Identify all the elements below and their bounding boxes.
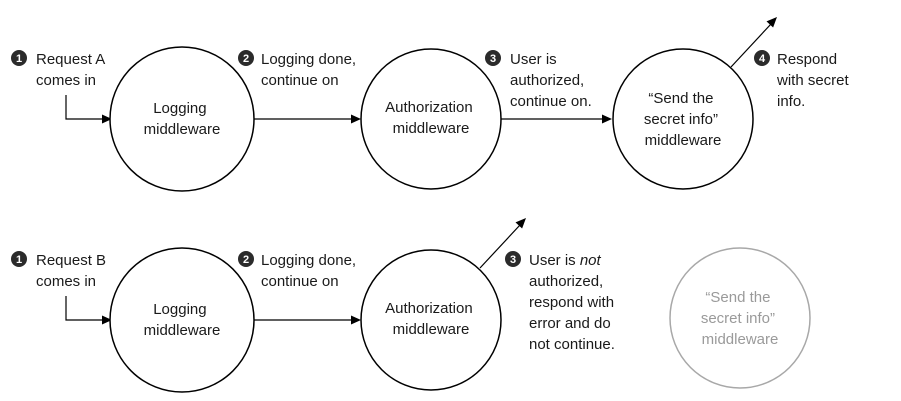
flow-a-logging-to-auth-arrowhead — [351, 114, 361, 124]
svg-text:3: 3 — [510, 254, 516, 266]
middleware-flow-diagram: 1 Request A comes in Logging middleware … — [11, 17, 853, 393]
flow-a-step2-badge: 2 — [238, 50, 254, 66]
flow-a-auth-to-secret-arrowhead — [602, 114, 612, 124]
flow-a: 1 Request A comes in Logging middleware … — [11, 17, 853, 192]
flow-a-authorization-node — [360, 48, 502, 190]
svg-text:1: 1 — [16, 254, 22, 266]
flow-a-step4-label: Respond with secret info. — [776, 51, 853, 110]
flow-b-step1-badge: 1 — [11, 251, 27, 267]
flow-a-secret-info-label: “Send the secret info” middleware — [644, 90, 722, 149]
flow-b-step3-label: User is not authorized, respond with err… — [529, 252, 618, 353]
flow-a-step2-label: Logging done, continue on — [261, 51, 360, 89]
flow-a-step4-badge: 4 — [754, 50, 770, 66]
flow-b-logging-node — [109, 247, 255, 393]
flow-b-authorization-node — [360, 249, 502, 391]
flow-b-logging-to-auth-arrowhead — [351, 315, 361, 325]
flow-b-step1-label: Request B comes in — [36, 252, 110, 290]
flow-b: 1 Request B comes in Logging middleware … — [11, 218, 811, 393]
flow-a-respond-arrowhead — [766, 17, 777, 28]
flow-a-step3-badge: 3 — [485, 50, 501, 66]
svg-text:4: 4 — [759, 53, 766, 65]
flow-b-step2-badge: 2 — [238, 251, 254, 267]
svg-text:1: 1 — [16, 53, 22, 65]
flow-a-logging-node — [109, 46, 255, 192]
flow-a-step3-label: User is authorized, continue on. — [510, 51, 592, 110]
flow-b-step2-label: Logging done, continue on — [261, 252, 360, 290]
flow-a-step1-label: Request A comes in — [36, 51, 109, 89]
flow-b-error-response-arrowhead — [515, 218, 526, 229]
flow-b-secret-info-label: “Send the secret info” middleware — [701, 289, 779, 348]
flow-a-step1-badge: 1 — [11, 50, 27, 66]
svg-text:2: 2 — [243, 254, 249, 266]
svg-text:3: 3 — [490, 53, 496, 65]
flow-a-entry-arrow — [65, 95, 104, 120]
svg-text:2: 2 — [243, 53, 249, 65]
flow-b-step3-badge: 3 — [505, 251, 521, 267]
flow-b-step3-emphasis: not — [580, 252, 602, 269]
flow-b-entry-arrow — [65, 296, 104, 321]
